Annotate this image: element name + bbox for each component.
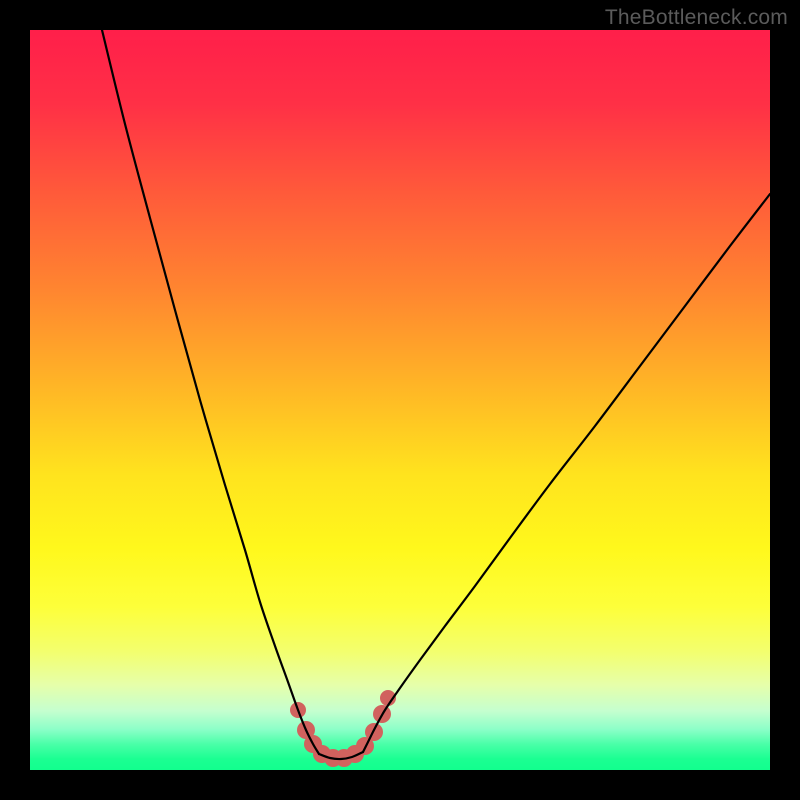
curve-right-branch: [363, 194, 770, 752]
watermark-text: TheBottleneck.com: [605, 6, 788, 30]
chart-frame: TheBottleneck.com: [0, 0, 800, 800]
plot-area: [30, 30, 770, 770]
curves-layer: [30, 30, 770, 770]
curve-left-branch: [102, 30, 319, 754]
